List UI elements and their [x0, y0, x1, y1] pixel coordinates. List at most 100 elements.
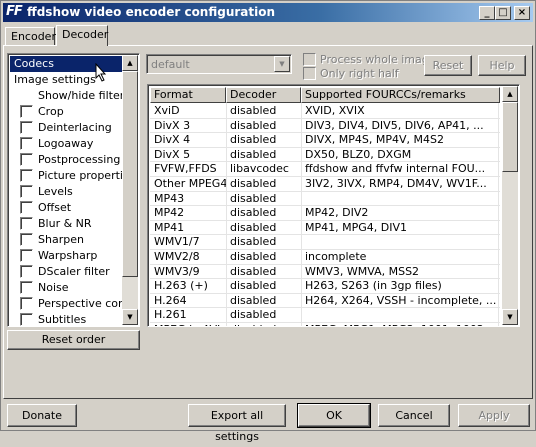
filter-list-scrollbar[interactable]: ▲ ▼ [122, 55, 138, 325]
table-cell[interactable]: disabled [230, 103, 301, 119]
filter-item[interactable]: Crop [8, 104, 123, 120]
filter-item[interactable]: Logoaway [8, 136, 123, 152]
apply-button[interactable]: Apply [458, 404, 530, 427]
filter-item[interactable]: Blur & NR [8, 216, 123, 232]
maximize-button[interactable]: □ [495, 6, 511, 20]
filter-item[interactable]: Sharpen [8, 232, 123, 248]
filter-item[interactable]: Postprocessing [8, 152, 123, 168]
filter-item[interactable]: Warpsharp [8, 248, 123, 264]
ffdshow-logo-icon: FF [6, 4, 23, 19]
table-cell[interactable]: disabled [230, 307, 301, 323]
help-button[interactable]: Help [478, 55, 526, 76]
column-header[interactable]: Supported FOURCCs/remarks [301, 87, 500, 103]
table-row[interactable]: DivX 4 disabled DIVX, MP4S, MP4V, M4S2 [150, 132, 500, 148]
table-row[interactable]: Other MPEG4 disabled 3IV2, 3IVX, RMP4, DM4… [150, 176, 500, 192]
filter-item[interactable]: Show/hide filters [38, 88, 130, 104]
table-row[interactable]: WMV3/9 disabled WMV3, WMVA, MSS2 [150, 264, 500, 280]
filter-checkbox[interactable] [20, 297, 33, 310]
scroll-down-icon[interactable]: ▼ [502, 309, 518, 325]
filter-checkbox[interactable] [20, 153, 33, 166]
filter-checkbox[interactable] [20, 265, 33, 278]
table-row[interactable]: MPEG in AVI disabled MPEG, MPG1, MPG2, 100… [150, 322, 500, 326]
table-row[interactable]: H.261 disabled [150, 307, 500, 323]
table-cell[interactable]: disabled [230, 220, 301, 236]
only-right-half-checkbox[interactable] [303, 67, 316, 80]
column-header[interactable]: Format [150, 87, 226, 103]
table-cell[interactable]: libavcodec [230, 161, 301, 177]
filter-item[interactable]: Picture properties [8, 168, 135, 184]
filter-item[interactable]: Image settings [14, 72, 96, 88]
table-row[interactable]: MP42 disabled MP42, DIV2 [150, 205, 500, 221]
filter-checkbox[interactable] [20, 249, 33, 262]
minimize-button[interactable]: _ [479, 6, 495, 20]
table-row[interactable]: XviD disabled XVID, XVIX [150, 103, 500, 119]
scroll-up-icon[interactable]: ▲ [122, 55, 138, 71]
table-cell[interactable]: disabled [230, 234, 301, 250]
table-cell[interactable]: disabled [230, 132, 301, 148]
scroll-down-icon[interactable]: ▼ [122, 309, 138, 325]
filter-item[interactable]: Codecs [10, 56, 127, 72]
cancel-button[interactable]: Cancel [378, 404, 450, 427]
table-row[interactable]: FVFW,FFDS libavcodec ffdshow and ffvfw int… [150, 161, 500, 177]
filter-checkbox[interactable] [20, 281, 33, 294]
table-cell[interactable]: disabled [230, 176, 301, 192]
filter-item[interactable]: Subtitles [8, 312, 123, 326]
table-row[interactable]: MP43 disabled [150, 191, 500, 207]
column-header[interactable]: Decoder [226, 87, 301, 103]
filter-checkbox[interactable] [20, 313, 33, 326]
filter-checkbox[interactable] [20, 169, 33, 182]
filter-item[interactable]: Deinterlacing [8, 120, 123, 136]
table-cell[interactable]: disabled [230, 322, 301, 326]
ok-button[interactable]: OK [297, 403, 371, 428]
preset-select[interactable]: default ▼ [146, 54, 292, 74]
codec-table-scrollbar[interactable]: ▲ ▼ [502, 86, 518, 325]
table-row[interactable]: DivX 5 disabled DX50, BLZ0, DXGM [150, 147, 500, 163]
table-cell: MPEG, MPG1, MPG2, 1001, 1002 [305, 322, 500, 326]
filter-item[interactable]: DScaler filter [8, 264, 123, 280]
scroll-thumb[interactable] [502, 102, 518, 172]
tab-encoder[interactable]: Encoder [5, 27, 56, 45]
donate-button[interactable]: Donate [7, 404, 77, 427]
scroll-thumb[interactable] [122, 71, 138, 277]
close-button[interactable]: × [514, 6, 530, 20]
table-cell: MP41, MPG4, DIV1 [305, 220, 407, 234]
table-cell: H.264 [154, 293, 187, 307]
table-cell[interactable]: disabled [230, 205, 301, 221]
process-whole-image-label: Process whole image [320, 53, 436, 66]
chevron-down-icon[interactable]: ▼ [274, 56, 290, 72]
filter-checkbox[interactable] [20, 121, 33, 134]
filter-list[interactable]: Codecs Image settings Show/hide filters Cro… [7, 53, 140, 327]
table-row[interactable]: H.263 (+) disabled H263, S263 (in 3gp file… [150, 278, 500, 294]
filter-item[interactable]: Levels [8, 184, 123, 200]
table-cell[interactable]: disabled [230, 293, 301, 309]
filter-checkbox[interactable] [20, 201, 33, 214]
export-all-settings-button[interactable]: Export all settings [188, 404, 286, 443]
filter-checkbox[interactable] [20, 217, 33, 230]
filter-item[interactable]: Noise [8, 280, 123, 296]
table-cell[interactable]: disabled [230, 147, 301, 163]
scroll-up-icon[interactable]: ▲ [502, 86, 518, 102]
codec-table[interactable]: Format Decoder Supported FOURCCs/remarks Xv… [147, 84, 520, 327]
table-row[interactable]: WMV1/7 disabled [150, 234, 500, 250]
preset-reset-button[interactable]: Reset [424, 55, 472, 76]
filter-checkbox[interactable] [20, 137, 33, 150]
reset-order-button[interactable]: Reset order [7, 330, 140, 350]
filter-checkbox[interactable] [20, 233, 33, 246]
tab-decoder[interactable]: Decoder [56, 25, 108, 46]
table-row[interactable]: WMV2/8 disabled incomplete [150, 249, 500, 265]
table-row[interactable]: DivX 3 disabled DIV3, DIV4, DIV5, DIV6, AP… [150, 118, 500, 134]
filter-checkbox[interactable] [20, 185, 33, 198]
process-whole-image-checkbox[interactable] [303, 53, 316, 66]
table-cell: WMV1/7 [154, 235, 200, 249]
table-row[interactable]: H.264 disabled H264, X264, VSSH - incomple… [150, 293, 500, 309]
table-row[interactable]: MP41 disabled MP41, MPG4, DIV1 [150, 220, 500, 236]
title-bar[interactable]: FF ffdshow video encoder configuration _… [3, 3, 533, 22]
table-cell[interactable]: disabled [230, 264, 301, 280]
table-cell[interactable]: disabled [230, 249, 301, 265]
table-cell[interactable]: disabled [230, 118, 301, 134]
table-cell[interactable]: disabled [230, 191, 301, 207]
filter-checkbox[interactable] [20, 105, 33, 118]
filter-item[interactable]: Perspective corr. [8, 296, 129, 312]
filter-item[interactable]: Offset [8, 200, 123, 216]
table-cell[interactable]: disabled [230, 278, 301, 294]
